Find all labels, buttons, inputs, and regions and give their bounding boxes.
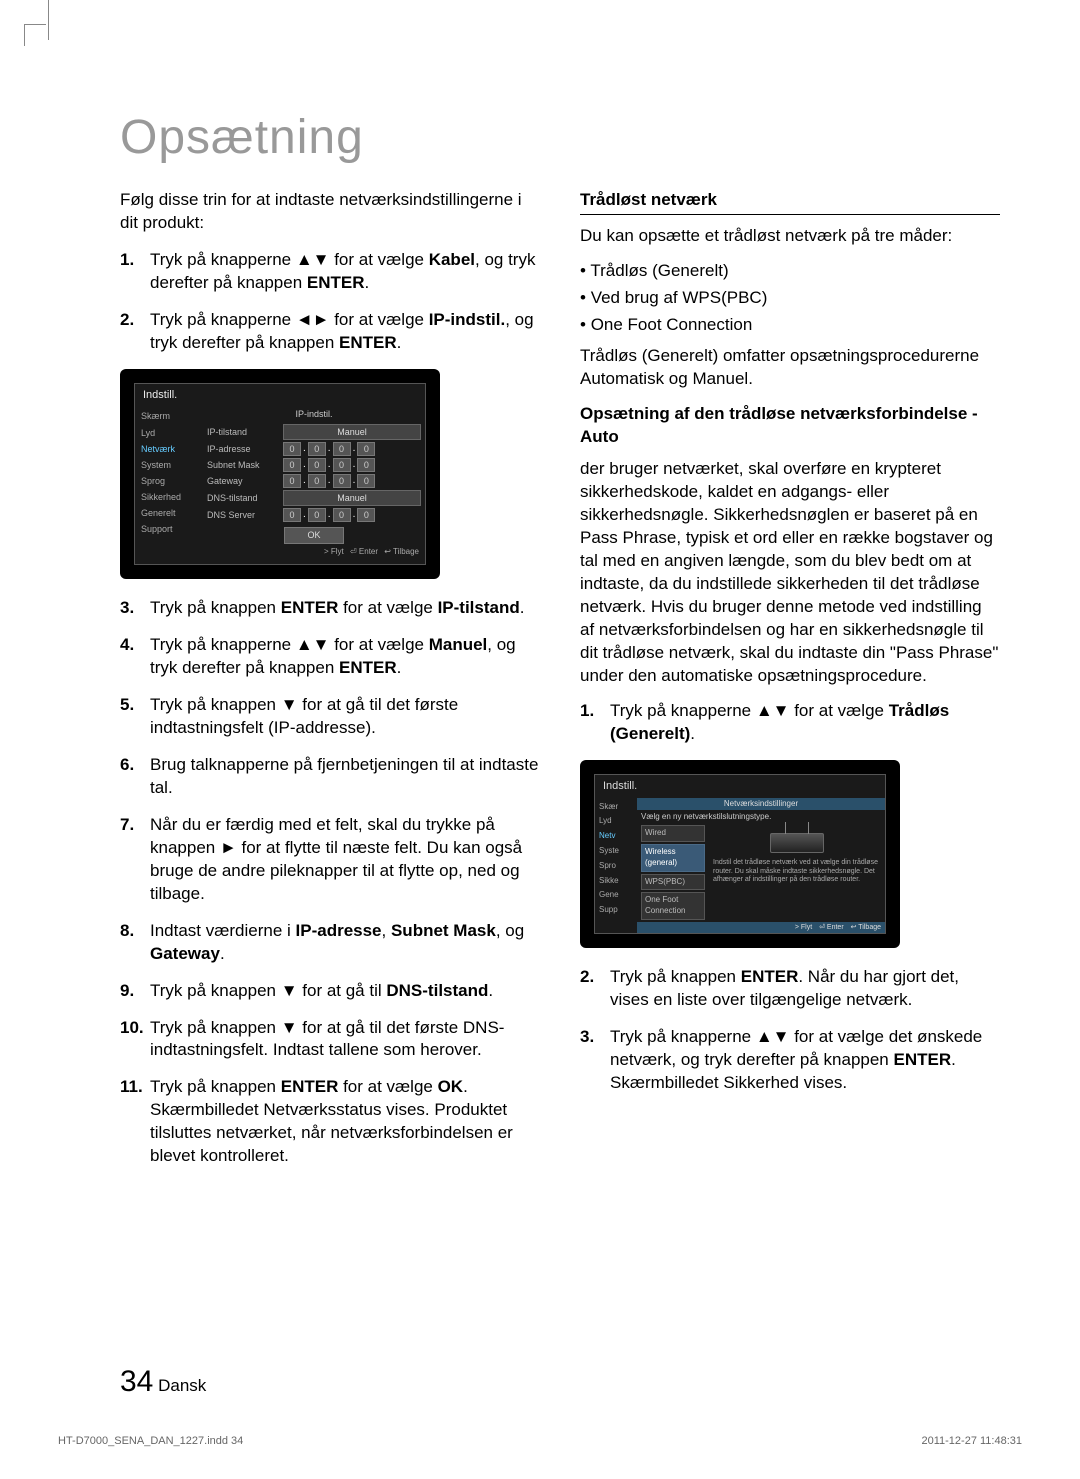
wireless-intro: Du kan opsætte et trådløst netværk på tr… xyxy=(580,225,1000,248)
left-intro: Følg disse trin for at indtaste netværks… xyxy=(120,189,540,235)
tv-ok-button: OK xyxy=(284,527,344,543)
tv-title: Indstill. xyxy=(135,384,425,407)
step: Tryk på knapperne ▲▼ for at vælge det øn… xyxy=(580,1026,1000,1095)
step: Tryk på knappen ▼ for at gå til det førs… xyxy=(120,694,540,740)
left-column: Følg disse trin for at indtaste netværks… xyxy=(120,189,540,1182)
step: Tryk på knappen ENTER. Når du har gjort … xyxy=(580,966,1000,1012)
wireless-note: Trådløs (Generelt) omfatter opsætningspr… xyxy=(580,345,1000,391)
tv-screenshot-ip-settings: Indstill. Skærm Lyd Netværk System Sprog… xyxy=(120,369,440,580)
auto-setup-body: der bruger netværket, skal overføre en k… xyxy=(580,458,1000,687)
step: Tryk på knappen ENTER for at vælge OK. S… xyxy=(120,1076,540,1168)
left-steps-2: Tryk på knappen ENTER for at vælge IP-ti… xyxy=(120,597,540,1168)
page-content: Opsætning Følg disse trin for at indtast… xyxy=(0,0,1080,1242)
step: Tryk på knapperne ▲▼ for at vælge Trådlø… xyxy=(580,700,1000,746)
step: Når du er færdig med et felt, skal du tr… xyxy=(120,814,540,906)
step: Tryk på knappen ENTER for at vælge IP-ti… xyxy=(120,597,540,620)
page-number: 34 Dansk xyxy=(120,1365,206,1399)
auto-setup-subhead: Opsætning af den trådløse netværksforbin… xyxy=(580,403,1000,449)
wireless-subhead: Trådløst netværk xyxy=(580,189,1000,215)
step: Tryk på knappen ▼ for at gå til det førs… xyxy=(120,1017,540,1063)
wireless-methods: Trådløs (Generelt) Ved brug af WPS(PBC) … xyxy=(580,260,1000,337)
tv-side-menu: Skærm Lyd Netværk System Sprog Sikkerhed… xyxy=(135,406,203,558)
step: Tryk på knapperne ▲▼ for at vælge Kabel,… xyxy=(120,249,540,295)
tv2-title: Indstill. xyxy=(595,775,885,798)
step: Tryk på knappen ▼ for at gå til DNS-tils… xyxy=(120,980,540,1003)
two-columns: Følg disse trin for at indtaste netværks… xyxy=(120,189,1000,1182)
tv2-side: Skær Lyd Netv Syste Spro Sikke Gene Supp xyxy=(595,798,637,934)
tv2-footer-hints: > Flyt ⏎ Enter ↩ Tilbage xyxy=(637,922,885,933)
router-icon xyxy=(770,833,824,853)
page-title: Opsætning xyxy=(120,110,1000,165)
right-steps-2: Tryk på knappen ENTER. Når du har gjort … xyxy=(580,966,1000,1095)
step: Tryk på knapperne ▲▼ for at vælge Manuel… xyxy=(120,634,540,680)
tv2-type-list: Wired Wireless (general) WPS(PBC) One Fo… xyxy=(637,825,709,922)
step: Tryk på knapperne ◄► for at vælge IP-ind… xyxy=(120,309,540,355)
footer-metadata: HT-D7000_SENA_DAN_1227.indd 34 2011-12-2… xyxy=(58,1435,1022,1447)
tv-main-panel: IP-indstil. IP-tilstandManuel IP-adresse… xyxy=(203,406,425,558)
tv-screenshot-network-type: Indstill. Skær Lyd Netv Syste Spro Sikke… xyxy=(580,760,900,949)
right-column: Trådløst netværk Du kan opsætte et trådl… xyxy=(580,189,1000,1182)
tv-footer-hints: > Flyt ⏎ Enter ↩ Tilbage xyxy=(203,546,425,559)
step: Indtast værdierne i IP-adresse, Subnet M… xyxy=(120,920,540,966)
left-steps-1: Tryk på knapperne ▲▼ for at vælge Kabel,… xyxy=(120,249,540,355)
step: Brug talknapperne på fjernbetjeningen ti… xyxy=(120,754,540,800)
right-steps-1: Tryk på knapperne ▲▼ for at vælge Trådlø… xyxy=(580,700,1000,746)
